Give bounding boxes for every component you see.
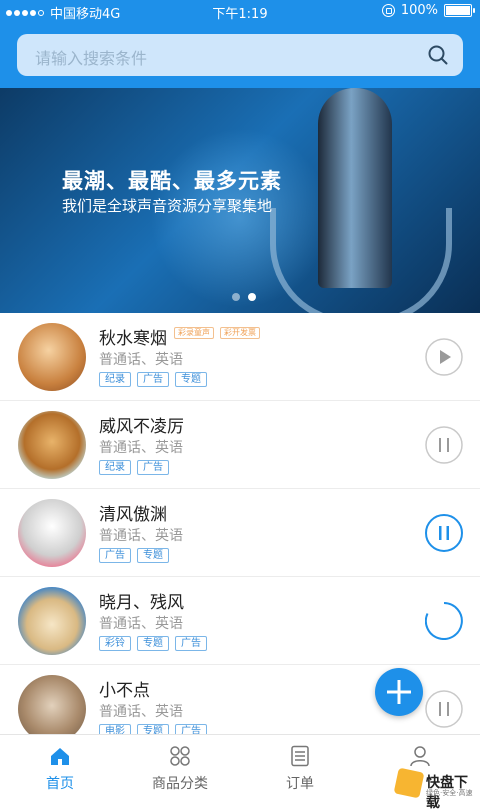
pause-icon: [425, 514, 463, 552]
status-bar: 中国移动4G 下午1:19 100%: [0, 0, 480, 22]
status-right: 100%: [381, 3, 475, 18]
tab-category[interactable]: 商品分类: [120, 735, 240, 801]
category-icon: [170, 746, 190, 766]
user-icon: [410, 746, 430, 767]
avatar: [18, 323, 86, 391]
search-input[interactable]: 请输入搜索条件: [17, 34, 463, 76]
item-language: 普通话、英语: [99, 440, 183, 456]
tag: 广告: [175, 636, 207, 651]
battery-percent: 100%: [400, 3, 438, 18]
badge: 彩开发票: [220, 327, 260, 339]
add-button[interactable]: [375, 668, 423, 716]
tag: 彩铃: [99, 636, 131, 651]
play-icon: [425, 338, 463, 376]
microphone-image: [318, 88, 392, 288]
pause-icon: [425, 426, 463, 464]
list-item[interactable]: 晓月、残风 普通话、英语 彩铃 专题 广告: [0, 577, 480, 665]
pause-icon: [425, 690, 463, 728]
item-name: 秋水寒烟: [99, 329, 167, 349]
banner-carousel[interactable]: 最潮、最酷、最多元素 我们是全球声音资源分享聚集地: [0, 88, 480, 313]
avatar: [18, 499, 86, 567]
item-name: 小不点: [99, 681, 150, 701]
avatar: [18, 675, 86, 743]
loading-spinner-icon: [425, 602, 463, 640]
tag: 纪录: [99, 460, 131, 475]
banner-title: 最潮、最酷、最多元素: [62, 169, 282, 193]
tag: 广告: [99, 548, 131, 563]
pager-dot-active[interactable]: [248, 293, 256, 301]
item-language: 普通话、英语: [99, 704, 183, 720]
home-icon: [51, 748, 69, 765]
list-item[interactable]: 秋水寒烟 彩录童声 彩开发票 普通话、英语 纪录 广告 专题: [0, 313, 480, 401]
item-name: 清风傲渊: [99, 505, 167, 525]
search-icon[interactable]: [427, 44, 449, 66]
search-placeholder: 请输入搜索条件: [35, 49, 148, 68]
item-name: 晓月、残风: [99, 593, 184, 613]
avatar: [18, 411, 86, 479]
orientation-lock-icon: [381, 4, 395, 17]
order-icon: [291, 745, 309, 767]
item-language: 普通话、英语: [99, 616, 183, 632]
tag: 专题: [137, 548, 169, 563]
loading-indicator[interactable]: [425, 602, 463, 640]
tab-orders-label: 订单: [286, 776, 314, 792]
tag: 广告: [137, 460, 169, 475]
pause-button[interactable]: [425, 426, 463, 464]
pager-dot[interactable]: [232, 293, 240, 301]
list-item[interactable]: 清风傲渊 普通话、英语 广告 专题: [0, 489, 480, 577]
header: 请输入搜索条件: [0, 22, 480, 88]
banner-pager: [232, 293, 256, 301]
play-button[interactable]: [425, 338, 463, 376]
tab-home[interactable]: 首页: [0, 735, 120, 801]
list-item[interactable]: 威风不凌厉 普通话、英语 纪录 广告: [0, 401, 480, 489]
item-language: 普通话、英语: [99, 352, 183, 368]
tag: 广告: [137, 372, 169, 387]
pause-button-active[interactable]: [425, 514, 463, 552]
badge: 彩录童声: [174, 327, 214, 339]
tab-category-label: 商品分类: [152, 776, 208, 792]
tag-group: 彩铃 专题 广告: [99, 636, 207, 651]
pause-button[interactable]: [425, 690, 463, 728]
tag-group: 广告 专题: [99, 548, 169, 563]
tag-group: 纪录 广告 专题: [99, 372, 207, 387]
tab-orders[interactable]: 订单: [240, 735, 360, 801]
watermark-logo: 快盘下载 绿色·安全·高速: [392, 767, 477, 811]
banner-subtitle: 我们是全球声音资源分享聚集地: [62, 197, 273, 215]
tab-home-label: 首页: [46, 776, 74, 792]
avatar: [18, 587, 86, 655]
badge-group: 彩录童声 彩开发票: [174, 327, 260, 339]
item-language: 普通话、英语: [99, 528, 183, 544]
item-name: 威风不凌厉: [99, 417, 184, 437]
watermark-icon: [393, 767, 425, 799]
tag-group: 纪录 广告: [99, 460, 169, 475]
tag: 纪录: [99, 372, 131, 387]
battery-icon: [444, 4, 475, 17]
tag: 专题: [175, 372, 207, 387]
tag: 专题: [137, 636, 169, 651]
watermark-subtitle: 绿色·安全·高速: [426, 789, 473, 797]
